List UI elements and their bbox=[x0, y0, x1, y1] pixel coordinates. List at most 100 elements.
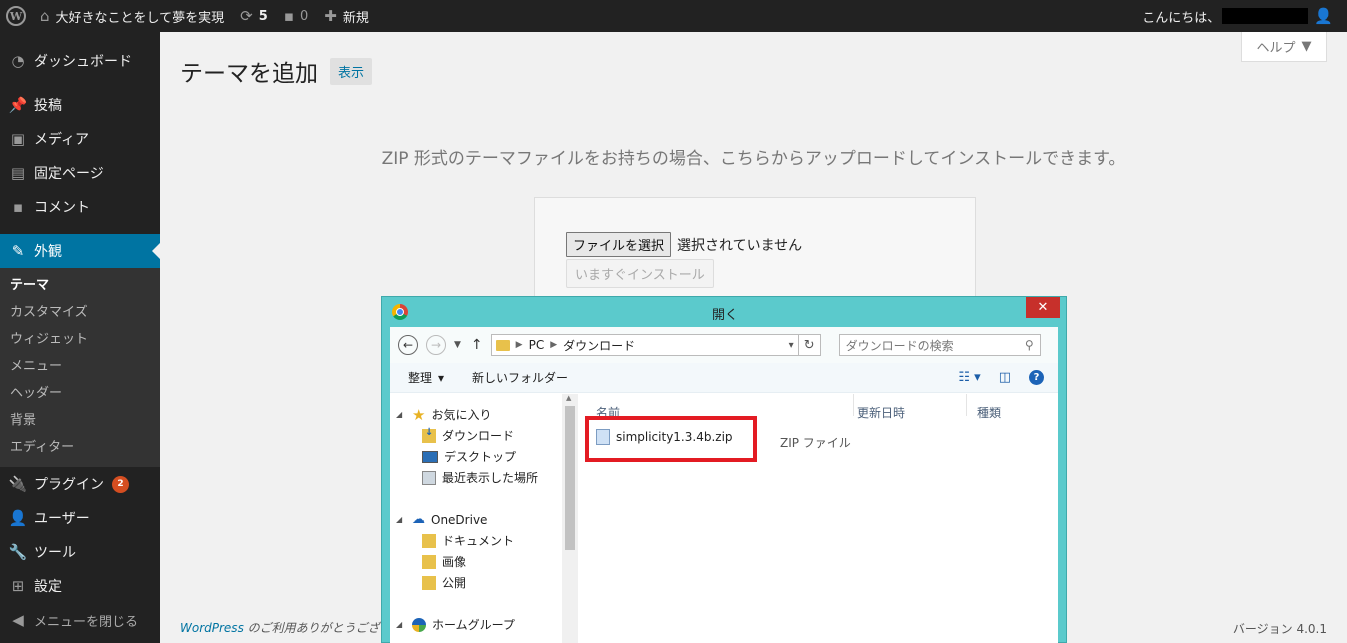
breadcrumb-downloads[interactable]: ダウンロード bbox=[563, 337, 635, 354]
submenu-themes[interactable]: テーマ bbox=[0, 272, 160, 299]
page-title: テーマを追加 表示 bbox=[180, 54, 373, 88]
tree-item-favorites[interactable]: ◢ ★ お気に入り bbox=[390, 404, 570, 425]
install-now-button[interactable]: いますぐインストール bbox=[566, 259, 714, 288]
updates-icon: ⟳ bbox=[240, 7, 253, 25]
folder-icon bbox=[495, 339, 510, 351]
nav-pane-scrollbar[interactable]: ▲ bbox=[562, 394, 578, 643]
folder-icon bbox=[422, 533, 436, 548]
upload-description: ZIP 形式のテーマファイルをお持ちの場合、こちらからアップロードしてインストー… bbox=[381, 149, 1126, 169]
choose-file-button[interactable]: ファイルを選択 bbox=[566, 232, 672, 257]
submenu-menus[interactable]: メニュー bbox=[0, 353, 160, 380]
plugin-icon: 🔌 bbox=[8, 475, 28, 493]
column-header-date[interactable]: 更新日時 bbox=[857, 404, 905, 421]
menu-plugins[interactable]: 🔌 プラグイン 2 bbox=[0, 467, 160, 501]
new-folder-button[interactable]: 新しいフォルダー bbox=[472, 369, 568, 386]
tree-item-downloads[interactable]: ダウンロード bbox=[390, 425, 570, 446]
menu-media[interactable]: ▣ メディア bbox=[0, 122, 160, 156]
avatar-icon: 👤 bbox=[1314, 7, 1333, 25]
plugin-update-badge: 2 bbox=[112, 475, 129, 493]
menu-settings[interactable]: ⊞ 設定 bbox=[0, 569, 160, 603]
tree-item-desktop[interactable]: デスクトップ bbox=[390, 446, 570, 467]
media-icon: ▣ bbox=[10, 130, 26, 148]
submenu-customize[interactable]: カスタマイズ bbox=[0, 299, 160, 326]
column-header-type[interactable]: 種類 bbox=[977, 404, 1001, 421]
menu-comments[interactable]: ▪ コメント bbox=[0, 190, 160, 224]
footer-thanks: WordPress のご利用ありがとうござい bbox=[180, 621, 392, 635]
user-icon: 👤 bbox=[8, 509, 28, 527]
submenu-header[interactable]: ヘッダー bbox=[0, 380, 160, 407]
forward-arrow-icon: → bbox=[430, 338, 442, 352]
address-dropdown-icon[interactable]: ▾ bbox=[789, 340, 798, 351]
forward-button[interactable]: → bbox=[426, 335, 446, 355]
wordpress-logo-icon[interactable]: W bbox=[0, 0, 32, 32]
tree-item-recent-places[interactable]: 最近表示した場所 bbox=[390, 467, 570, 488]
recent-places-icon bbox=[422, 470, 436, 485]
search-input[interactable]: ダウンロードの検索 ⚲ bbox=[838, 334, 1041, 356]
scroll-up-arrow-icon[interactable]: ▲ bbox=[566, 394, 571, 402]
submenu-widgets[interactable]: ウィジェット bbox=[0, 326, 160, 353]
browse-themes-button[interactable]: 表示 bbox=[330, 57, 373, 85]
my-account-link[interactable]: こんにちは、 👤 bbox=[1134, 0, 1347, 32]
new-content-link[interactable]: ✚ 新規 bbox=[316, 0, 377, 32]
version-text: バージョン 4.0.1 bbox=[1232, 622, 1327, 636]
recent-locations-dropdown-icon[interactable]: ▼ bbox=[454, 340, 461, 350]
navigation-pane: ◢★お気に入り ダウンロード デスクトップ 最近表示した場所 ◢☁OneDriv… bbox=[390, 394, 570, 643]
view-options-icon[interactable]: ☷ ▾ bbox=[958, 370, 980, 385]
tree-item-homegroup[interactable]: ◢ ホームグループ bbox=[390, 614, 570, 635]
brush-icon: ✎ bbox=[11, 242, 25, 260]
help-tab-button[interactable]: ヘルプ ▼ bbox=[1241, 32, 1327, 62]
address-bar[interactable]: ▶ PC ▶ ダウンロード ▾ bbox=[490, 334, 799, 356]
menu-posts[interactable]: 📌 投稿 bbox=[0, 88, 160, 122]
expand-arrow-icon: ◢ bbox=[396, 410, 403, 419]
comment-icon: ▪ bbox=[12, 198, 24, 216]
comments-link[interactable]: ▪ 0 bbox=[276, 0, 316, 32]
scrollbar-thumb[interactable] bbox=[565, 406, 575, 550]
tree-item-documents[interactable]: ドキュメント bbox=[390, 530, 570, 551]
column-divider bbox=[966, 394, 967, 416]
page-icon: ▤ bbox=[10, 164, 26, 182]
file-open-dialog: 開く ✕ ← → ▼ ↑ ▶ PC ▶ ダウンロード ▾ ↻ ダウンロードの検索… bbox=[381, 296, 1067, 643]
refresh-button[interactable]: ↻ bbox=[798, 334, 821, 356]
menu-pages[interactable]: ▤ 固定ページ bbox=[0, 156, 160, 190]
preview-pane-icon[interactable]: ◫ bbox=[999, 370, 1011, 385]
desktop-icon bbox=[422, 450, 438, 463]
wrench-icon: 🔧 bbox=[8, 543, 28, 561]
menu-appearance[interactable]: ✎ 外観 bbox=[0, 234, 160, 268]
close-icon: ✕ bbox=[1037, 300, 1049, 315]
downloads-folder-icon bbox=[422, 427, 436, 443]
menu-users[interactable]: 👤 ユーザー bbox=[0, 501, 160, 535]
close-button[interactable]: ✕ bbox=[1026, 297, 1060, 318]
tree-item-pictures[interactable]: 画像 bbox=[390, 551, 570, 572]
dropdown-arrow-icon: ▼ bbox=[1301, 39, 1312, 54]
menu-dashboard[interactable]: ◔ ダッシュボード bbox=[0, 44, 160, 78]
submenu-background[interactable]: 背景 bbox=[0, 407, 160, 434]
breadcrumb-pc[interactable]: PC bbox=[529, 338, 545, 352]
expand-arrow-icon: ◢ bbox=[396, 515, 403, 524]
pin-icon: 📌 bbox=[8, 96, 28, 114]
organize-menu[interactable]: 整理 ▾ bbox=[408, 369, 444, 386]
home-icon: ⌂ bbox=[40, 7, 50, 25]
expand-arrow-icon: ◢ bbox=[396, 620, 403, 629]
updates-link[interactable]: ⟳ 5 bbox=[232, 0, 276, 32]
wordpress-link[interactable]: WordPress bbox=[180, 621, 244, 635]
dashboard-icon: ◔ bbox=[11, 52, 25, 70]
plus-icon: ✚ bbox=[324, 7, 337, 25]
file-type-text: ZIP ファイル bbox=[780, 436, 851, 450]
back-button[interactable]: ← bbox=[398, 335, 418, 355]
breadcrumb-separator-icon: ▶ bbox=[550, 340, 558, 350]
submenu-editor[interactable]: エディター bbox=[0, 434, 160, 461]
menu-tools[interactable]: 🔧 ツール bbox=[0, 535, 160, 569]
appearance-submenu: テーマ カスタマイズ ウィジェット メニュー ヘッダー 背景 エディター bbox=[0, 268, 160, 467]
folder-icon bbox=[422, 575, 436, 590]
help-icon[interactable]: ? bbox=[1029, 370, 1044, 385]
tree-item-onedrive[interactable]: ◢ ☁ OneDrive bbox=[390, 509, 570, 530]
comment-bubble-icon: ▪ bbox=[283, 7, 294, 25]
up-folder-icon[interactable]: ↑ bbox=[471, 337, 483, 353]
collapse-arrow-icon: ◀ bbox=[12, 611, 24, 629]
admin-bar: W ⌂ 大好きなことをして夢を実現 ⟳ 5 ▪ 0 ✚ 新規 こんにちは、 👤 bbox=[0, 0, 1347, 32]
search-icon: ⚲ bbox=[1024, 338, 1034, 352]
tree-item-public[interactable]: 公開 bbox=[390, 572, 570, 593]
collapse-menu-button[interactable]: ◀ メニューを閉じる bbox=[0, 603, 160, 637]
dialog-titlebar[interactable]: 開く ✕ bbox=[382, 297, 1066, 327]
site-name-link[interactable]: ⌂ 大好きなことをして夢を実現 bbox=[32, 0, 232, 32]
